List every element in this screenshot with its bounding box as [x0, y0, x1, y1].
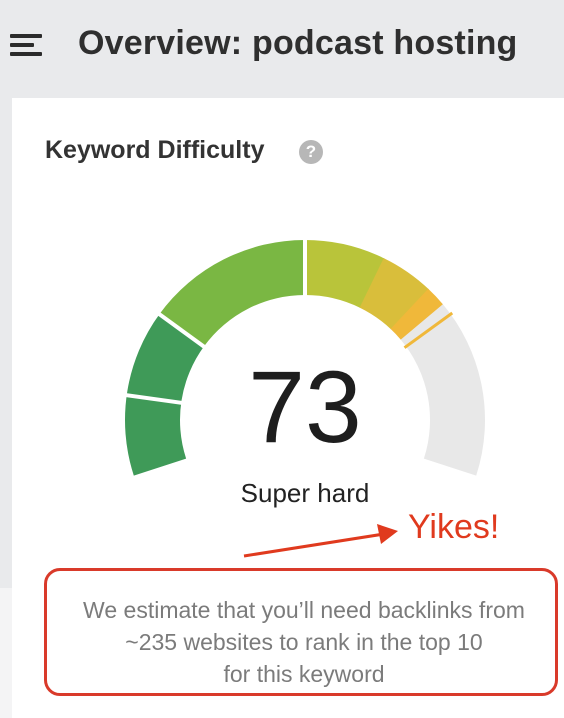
page-title: Overview: podcast hosting	[78, 24, 518, 62]
estimate-line: We estimate that you’ll need backlinks f…	[83, 597, 525, 623]
top-bar: Overview: podcast hosting	[0, 0, 564, 98]
card-title: Keyword Difficulty	[45, 136, 265, 164]
difficulty-rating: Super hard	[240, 478, 370, 508]
menu-line	[10, 43, 34, 47]
difficulty-score: 73	[248, 350, 362, 464]
hamburger-menu-icon[interactable]	[10, 34, 42, 58]
side-shade	[0, 588, 12, 718]
menu-line	[10, 52, 42, 56]
estimate-line: ~235 websites to rank in the top 10	[125, 629, 483, 655]
backlink-estimate: We estimate that you’ll need backlinks f…	[44, 594, 564, 690]
help-question-icon[interactable]: ?	[299, 140, 323, 164]
estimate-line: for this keyword	[223, 661, 385, 687]
yikes-annotation: Yikes!	[408, 508, 500, 546]
menu-line	[10, 34, 42, 38]
